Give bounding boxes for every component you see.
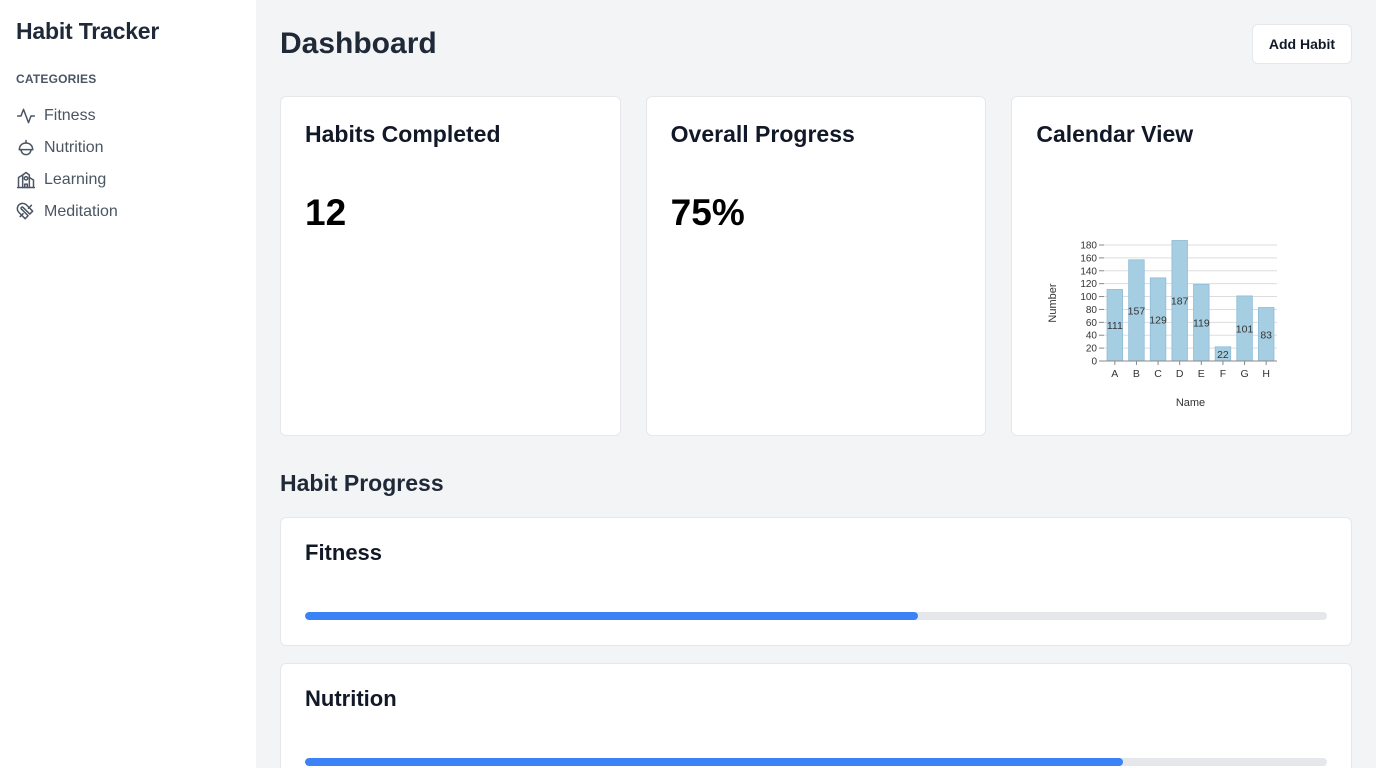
y-tick-label: 160 bbox=[1081, 253, 1098, 264]
sidebar-item-nutrition[interactable]: Nutrition bbox=[16, 132, 240, 164]
habits-completed-value: 12 bbox=[305, 192, 347, 233]
x-tick-label: E bbox=[1198, 368, 1205, 380]
stats-cards: Habits Completed 12 Overall Progress 75%… bbox=[280, 96, 1353, 436]
app-root: Habit Tracker CATEGORIES Fitness Nutriti… bbox=[0, 0, 1376, 768]
overall-progress-value: 75% bbox=[670, 192, 745, 233]
calendar-view-card: Calendar View 0 20 40 60 80 100 120 140 160 180 11… bbox=[1011, 96, 1353, 436]
progress-track bbox=[305, 612, 1327, 620]
add-habit-button[interactable]: Add Habit bbox=[1251, 24, 1352, 64]
y-tick-label: 100 bbox=[1081, 292, 1098, 303]
category-list: Fitness Nutrition Learning Meditation bbox=[16, 100, 240, 228]
categories-heading: CATEGORIES bbox=[16, 72, 97, 86]
y-tick-label: 60 bbox=[1086, 318, 1098, 329]
header: Dashboard Add Habit bbox=[280, 24, 1352, 64]
y-tick-label: 0 bbox=[1092, 357, 1098, 368]
data-label: 187 bbox=[1171, 296, 1189, 308]
bar-chart: 0 20 40 60 80 100 120 140 160180 111 A 157 B 129 C 187 D… bbox=[1047, 240, 1278, 409]
y-tick-label: 120 bbox=[1081, 279, 1098, 290]
x-tick-label: G bbox=[1241, 368, 1249, 380]
sidebar: Habit Tracker CATEGORIES Fitness Nutriti… bbox=[0, 0, 256, 768]
habits-completed-card: Habits Completed 12 bbox=[280, 96, 621, 436]
progress-fill bbox=[305, 612, 919, 620]
data-label: 129 bbox=[1150, 314, 1168, 326]
progress-card-fitness: Fitness bbox=[280, 517, 1352, 646]
page-title: Dashboard bbox=[280, 27, 437, 60]
progress-title: Fitness bbox=[305, 540, 383, 565]
app-title: Habit Tracker bbox=[16, 18, 160, 44]
x-tick-label: D bbox=[1176, 368, 1184, 380]
y-axis-label: Number bbox=[1047, 283, 1059, 322]
sidebar-item-learning[interactable]: Learning bbox=[16, 164, 240, 196]
progress-fill bbox=[305, 758, 1123, 766]
data-label: 22 bbox=[1217, 349, 1229, 361]
y-tick-label: 180 bbox=[1081, 241, 1098, 252]
sidebar-item-label: Learning bbox=[44, 171, 107, 188]
y-tick-label: 40 bbox=[1086, 331, 1098, 342]
card-title: Calendar View bbox=[1036, 121, 1194, 147]
x-tick-label: A bbox=[1112, 368, 1119, 380]
sidebar-item-fitness[interactable]: Fitness bbox=[16, 100, 240, 132]
sidebar-item-meditation[interactable]: Meditation bbox=[16, 196, 240, 228]
card-title: Overall Progress bbox=[670, 121, 855, 147]
card-title: Habits Completed bbox=[305, 121, 501, 147]
school-icon bbox=[16, 170, 36, 190]
x-axis-label: Name bbox=[1176, 397, 1205, 409]
progress-title: Nutrition bbox=[305, 686, 397, 711]
data-label: 83 bbox=[1261, 329, 1273, 341]
data-label: 101 bbox=[1236, 323, 1254, 335]
y-tick-label: 80 bbox=[1086, 305, 1098, 316]
habit-progress-title: Habit Progress bbox=[280, 470, 444, 496]
x-tick-label: B bbox=[1133, 368, 1140, 380]
data-label: 157 bbox=[1128, 305, 1146, 317]
x-tick-label: C bbox=[1155, 368, 1163, 380]
y-tick-label: 20 bbox=[1086, 344, 1098, 355]
x-tick-label: H bbox=[1263, 368, 1271, 380]
bar-chart-container: 0 20 40 60 80 100 120 140 160 180 111 A 157 B 129 C 187 D… bbox=[1042, 235, 1292, 420]
sidebar-item-label: Fitness bbox=[44, 107, 96, 124]
overall-progress-card: Overall Progress 75% bbox=[645, 96, 987, 436]
activity-icon bbox=[16, 106, 36, 126]
data-label: 119 bbox=[1193, 318, 1210, 330]
x-tick-label: F bbox=[1220, 368, 1226, 380]
main-content: Dashboard Add Habit Habits Completed 12 … bbox=[256, 0, 1376, 768]
progress-card-nutrition: Nutrition bbox=[280, 663, 1352, 768]
data-label: 111 bbox=[1107, 320, 1123, 332]
y-tick-label: 140 bbox=[1081, 266, 1098, 277]
magnet-icon bbox=[16, 202, 36, 222]
progress-track bbox=[305, 758, 1327, 766]
sidebar-item-label: Meditation bbox=[44, 203, 118, 220]
sidebar-item-label: Nutrition bbox=[44, 139, 104, 156]
apple-icon bbox=[16, 138, 36, 158]
